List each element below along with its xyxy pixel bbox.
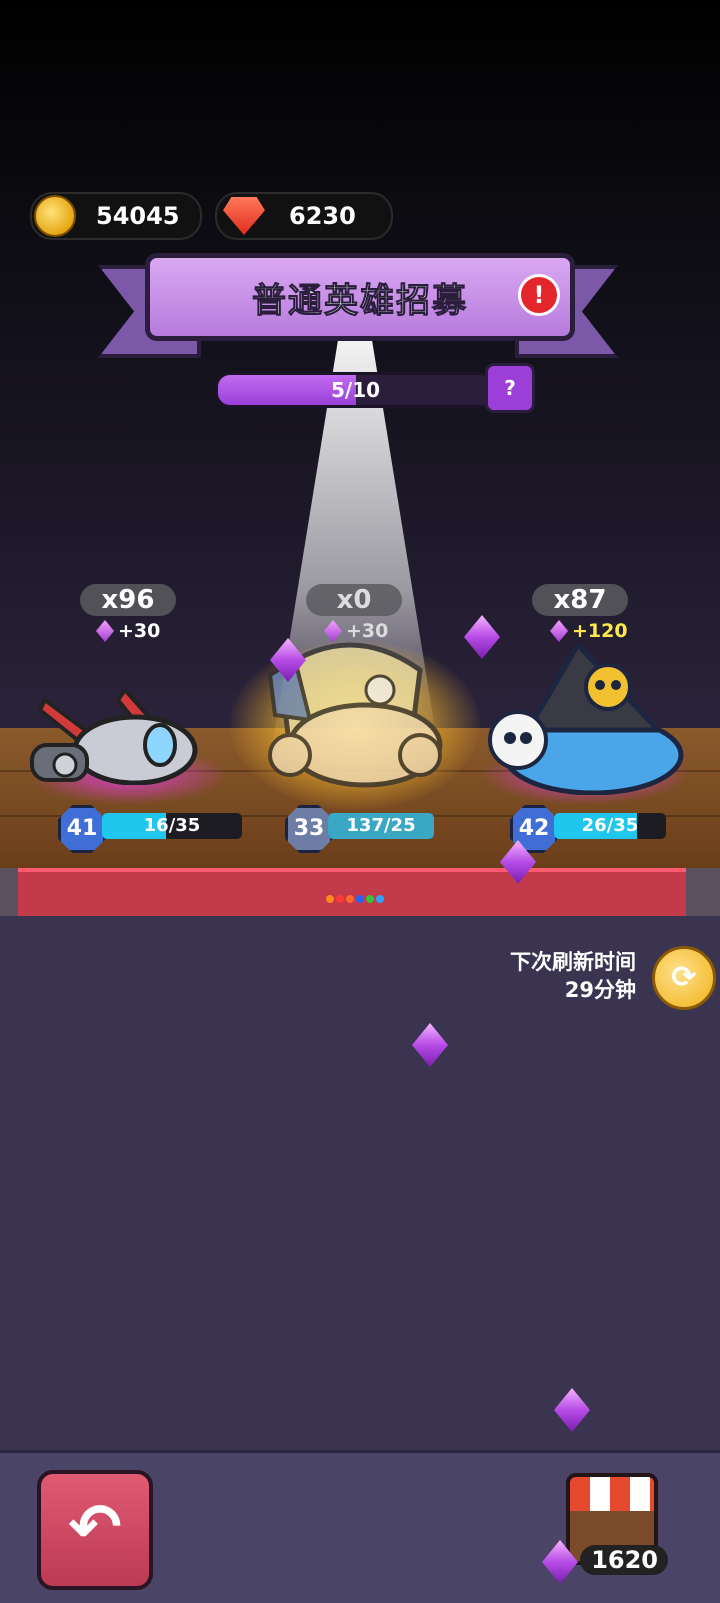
hero-xp-bar: 137/25 <box>328 813 434 839</box>
back-button[interactable]: ↶ <box>37 1470 153 1590</box>
recruit-progress-bar: 5/10 <box>215 372 496 408</box>
robot-hero-sprite[interactable] <box>30 686 200 786</box>
hero-bonus-value: +120 <box>572 620 628 642</box>
table-right-edge <box>686 868 720 916</box>
shop-awning-icon <box>570 1477 654 1511</box>
table-left-edge <box>0 868 18 916</box>
page-title: 普通英雄招募 <box>252 280 468 321</box>
back-arrow-icon: ↶ <box>68 1491 122 1565</box>
gem-icon <box>550 620 568 642</box>
ruby-counter: 6230 <box>215 192 393 240</box>
hero-table <box>18 868 686 920</box>
hero-count-badge: x87 <box>532 584 628 616</box>
gold-counter: 54045 <box>30 192 202 240</box>
gold-coin-icon <box>34 195 76 237</box>
hero-bonus-value: +30 <box>118 620 161 642</box>
hero-xp-text: 26/35 <box>581 815 639 836</box>
hero-xp-text: 16/35 <box>143 815 201 836</box>
hero-xp-bar: 16/35 <box>102 813 242 839</box>
page-indicator-dots <box>326 888 386 907</box>
hero-gem-bonus: +30 <box>96 620 160 642</box>
refresh-time: 29分钟 <box>564 978 636 1002</box>
hero-xp-text: 137/25 <box>346 815 416 836</box>
shop-price: 1620 <box>580 1545 668 1575</box>
gold-amount: 54045 <box>96 202 180 230</box>
progress-label: 5/10 <box>330 378 381 402</box>
hero-count-badge: x0 <box>306 584 402 616</box>
gem-icon <box>96 620 114 642</box>
recruit-banner: 普通英雄招募 <box>145 253 575 341</box>
witch-hero-sprite[interactable] <box>488 640 688 796</box>
ruby-icon <box>223 197 265 235</box>
ruby-amount: 6230 <box>289 202 356 230</box>
hero-level-badge: 41 <box>58 805 106 853</box>
alert-icon[interactable]: ! <box>518 274 560 316</box>
hero-xp-bar: 26/35 <box>554 813 666 839</box>
refresh-button[interactable]: ⟳ <box>652 946 716 1010</box>
hero-count-badge: x96 <box>80 584 176 616</box>
refresh-label: 下次刷新时间 <box>510 950 636 974</box>
help-button[interactable]: ? <box>485 363 535 413</box>
hero-level-badge: 33 <box>285 805 333 853</box>
refresh-timer: 下次刷新时间 29分钟 <box>420 948 636 1004</box>
hero-gem-bonus: +120 <box>550 620 628 642</box>
